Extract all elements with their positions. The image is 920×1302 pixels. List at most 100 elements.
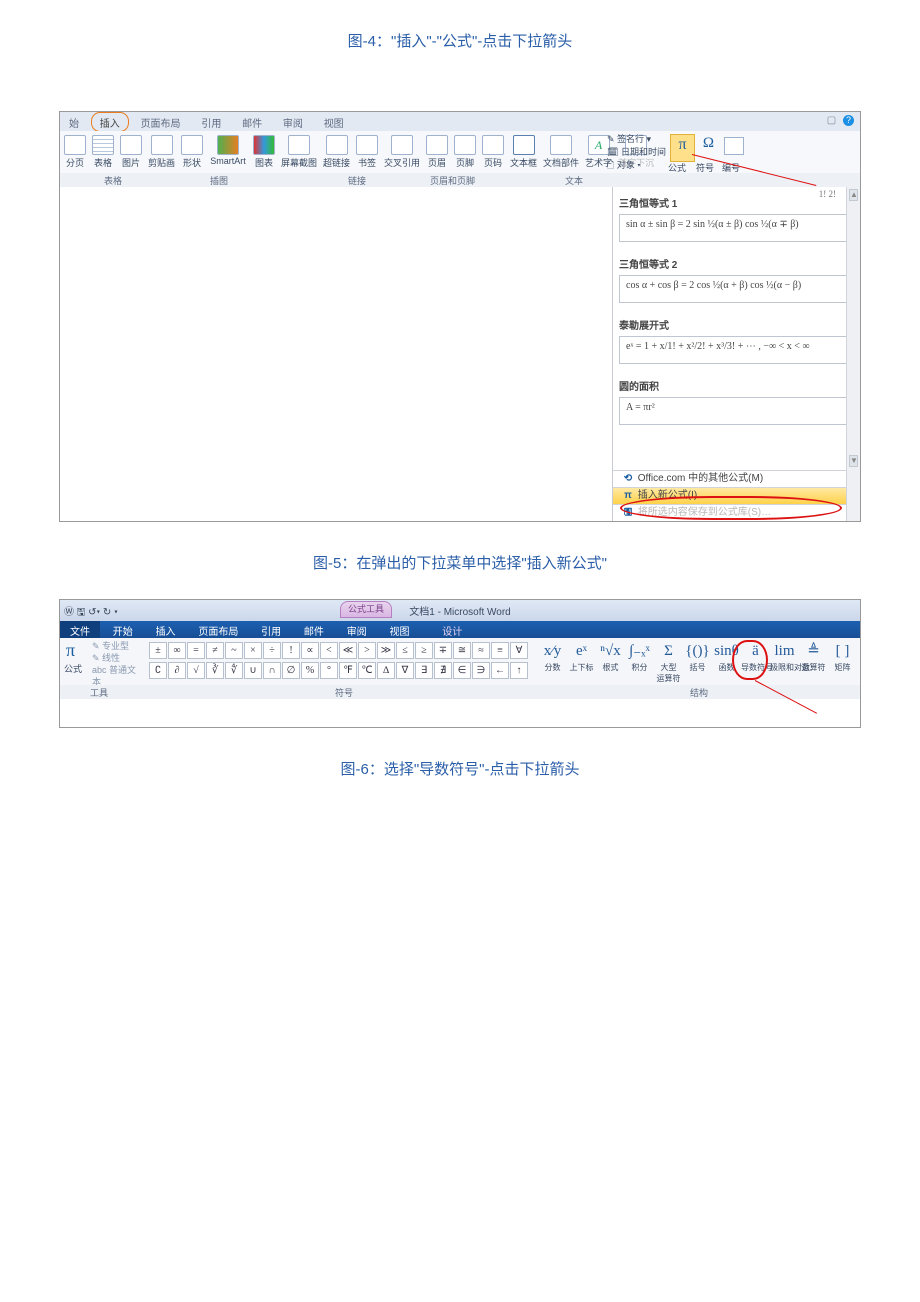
page-break-button[interactable]: 分页 [64,135,86,169]
linear-button[interactable]: ✎ 线性 [92,652,142,664]
minimize-ribbon-icon[interactable]: ▢ [827,115,836,126]
pagenum-button[interactable]: 页码 [482,135,504,169]
tab-review-2[interactable]: 审阅 [337,621,377,638]
eq-trig1[interactable]: sin α ± sin β = 2 sin ½(α ± β) cos ½(α ∓… [619,214,854,242]
symbol-16[interactable]: ≅ [453,642,471,659]
tab-page-layout-2[interactable]: 页面布局 [188,621,248,638]
tab-home[interactable]: 开始 [103,621,143,638]
symbol-0[interactable]: ± [149,642,167,659]
tab-insert-2[interactable]: 插入 [146,621,186,638]
symbol-b18[interactable]: ← [491,662,509,679]
symbol-b14[interactable]: ∃ [415,662,433,679]
tab-page-layout[interactable]: 页面布局 [132,112,190,130]
symbol-2[interactable]: = [187,642,205,659]
symbol-4[interactable]: ~ [225,642,243,659]
symbol-9[interactable]: < [320,642,338,659]
professional-button[interactable]: ✎ 专业型 [92,640,142,652]
struct-large-operator[interactable]: Σ大型 运算符 [654,640,683,684]
table-button[interactable]: 表格 [92,135,114,169]
symbol-b9[interactable]: ° [320,662,338,679]
symbol-b16[interactable]: ∈ [453,662,471,679]
tab-home-trunc[interactable]: 始 [60,112,88,130]
struct-script[interactable]: eˣ上下标 [567,640,596,673]
struct-integral[interactable]: ∫₋ₓˣ积分 [625,640,654,673]
symbol-b2[interactable]: √ [187,662,205,679]
eq-circle-area[interactable]: A = πr² [619,397,854,425]
struct-bracket[interactable]: {()}括号 [683,640,712,673]
symbol-b6[interactable]: ∩ [263,662,281,679]
symbol-b8[interactable]: % [301,662,319,679]
tab-file[interactable]: 文件 [60,621,100,638]
symbol-1[interactable]: ∞ [168,642,186,659]
hyperlink-button[interactable]: 超链接 [323,135,350,169]
bookmark-button[interactable]: 书签 [356,135,378,169]
tab-view[interactable]: 视图 [315,112,353,130]
equation-button-2[interactable]: π [66,640,75,661]
crossref-button[interactable]: 交叉引用 [384,135,420,169]
symbol-10[interactable]: ≪ [339,642,357,659]
symbol-15[interactable]: ∓ [434,642,452,659]
help-icon[interactable]: ? [843,115,854,126]
eq-trig2[interactable]: cos α + cos β = 2 cos ½(α + β) cos ½(α −… [619,275,854,303]
symbol-b4[interactable]: ∜ [225,662,243,679]
scroll-up-icon[interactable]: ▲ [849,189,858,201]
object-button[interactable]: 🗋 对象 ▾ [607,159,666,172]
quickparts-button[interactable]: 文档部件 [543,135,579,169]
symbol-b0[interactable]: ∁ [149,662,167,679]
shapes-button[interactable]: 形状 [181,135,203,169]
struct-matrix[interactable]: [ ]矩阵 [828,640,857,673]
signature-line-button[interactable]: ✎ 签名行 ▾ [607,133,666,146]
screenshot-button[interactable]: 屏幕截图 [281,135,317,169]
tab-references-2[interactable]: 引用 [251,621,291,638]
symbol-b11[interactable]: ℃ [358,662,376,679]
symbol-14[interactable]: ≥ [415,642,433,659]
tab-mailings-2[interactable]: 邮件 [294,621,334,638]
number-button[interactable] [724,137,744,155]
gallery-scrollbar[interactable]: ▲ ▼ [846,187,860,521]
tab-references[interactable]: 引用 [192,112,230,130]
tab-review[interactable]: 审阅 [274,112,312,130]
symbol-button[interactable]: Ω [698,135,719,155]
menu-office-more[interactable]: ⟲ Office.com 中的其他公式(M) ▸ [613,470,860,487]
chart-button[interactable]: 图表 [253,135,275,169]
clipart-button[interactable]: 剪贴画 [148,135,175,169]
equation-gallery-dropdown[interactable]: 1! 2! 三角恒等式 1 sin α ± sin β = 2 sin ½(α … [612,187,860,521]
symbol-b13[interactable]: ∇ [396,662,414,679]
symbol-17[interactable]: ≈ [472,642,490,659]
tab-insert[interactable]: 插入 [91,112,129,132]
symbol-3[interactable]: ≠ [206,642,224,659]
symbol-6[interactable]: ÷ [263,642,281,659]
symbol-18[interactable]: ≡ [491,642,509,659]
struct-operator[interactable]: ≜运算符 [799,640,828,673]
symbol-5[interactable]: × [244,642,262,659]
tab-design[interactable]: 设计 [422,621,472,638]
symbol-b12[interactable]: ∆ [377,662,395,679]
symbol-8[interactable]: ∝ [301,642,319,659]
symbol-12[interactable]: ≫ [377,642,395,659]
symbol-7[interactable]: ! [282,642,300,659]
symbol-b15[interactable]: ∄ [434,662,452,679]
symbol-b10[interactable]: ℉ [339,662,357,679]
symbol-13[interactable]: ≤ [396,642,414,659]
symbol-b7[interactable]: ∅ [282,662,300,679]
struct-fraction[interactable]: x⁄y分数 [538,640,567,673]
tab-view-2[interactable]: 视图 [379,621,419,638]
picture-button[interactable]: 图片 [120,135,142,169]
tab-mailings[interactable]: 邮件 [233,112,271,130]
struct-radical[interactable]: ⁿ√x根式 [596,640,625,673]
symbol-11[interactable]: > [358,642,376,659]
symbol-b17[interactable]: ∋ [472,662,490,679]
symbol-b1[interactable]: ∂ [168,662,186,679]
scroll-down-icon[interactable]: ▼ [849,455,858,467]
symbol-b3[interactable]: ∛ [206,662,224,679]
symbol-b5[interactable]: ∪ [244,662,262,679]
equation-button[interactable]: π [670,134,695,162]
date-time-button[interactable]: 🗓 日期和时间 [607,146,666,159]
header-button[interactable]: 页眉 [426,135,448,169]
symbol-b19[interactable]: ↑ [510,662,528,679]
smartart-button[interactable]: SmartArt [209,135,247,169]
symbol-19[interactable]: ∀ [510,642,528,659]
eq-taylor[interactable]: eˣ = 1 + x/1! + x²/2! + x³/3! + ⋯ , −∞ <… [619,336,854,364]
footer-button[interactable]: 页脚 [454,135,476,169]
quick-access-toolbar[interactable]: Ⓦ 🖫 ↺▾ ↻ ▾ [64,603,118,622]
